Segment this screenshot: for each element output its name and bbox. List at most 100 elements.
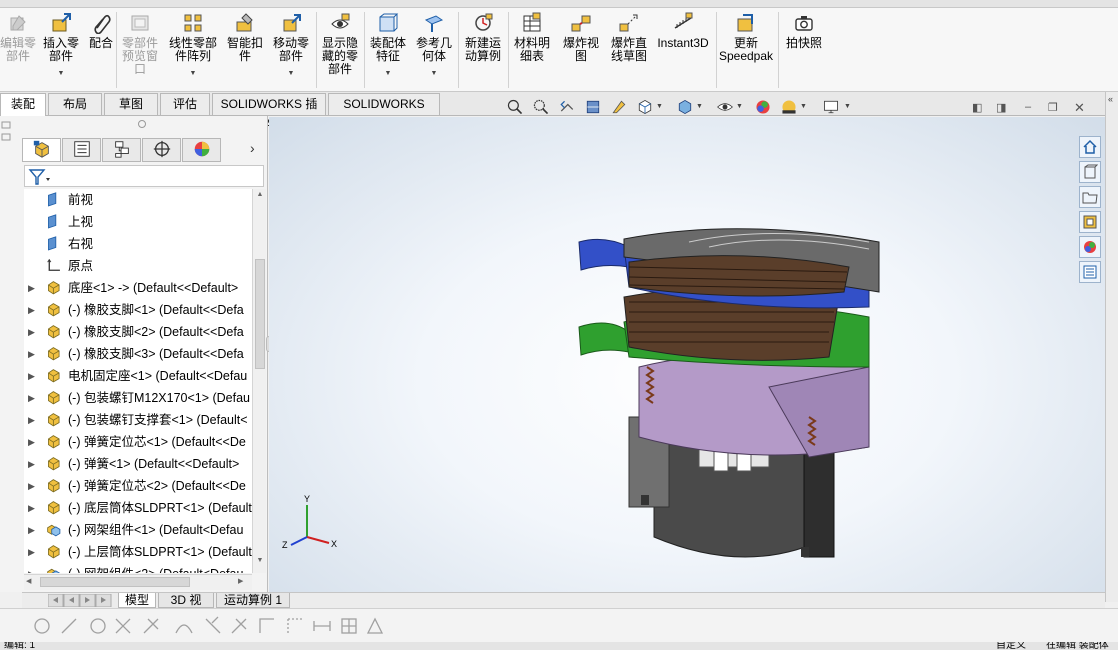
expand-arrow-icon[interactable]: ▶ <box>28 475 38 497</box>
expand-arrow-icon[interactable]: ▶ <box>28 497 38 519</box>
expand-arrow-icon[interactable]: ▶ <box>28 563 38 573</box>
expand-arrow-icon[interactable]: ▶ <box>28 541 38 563</box>
display-style-icon[interactable] <box>674 96 696 118</box>
tree-item[interactable]: ▶ 底座<1> -> (Default<<Default> <box>24 277 252 299</box>
tile-left-icon[interactable]: ◧ <box>972 101 982 114</box>
move-part-button[interactable]: 移动零 部件 ▼ <box>268 12 314 80</box>
chevron-down-icon[interactable]: ▼ <box>736 103 743 110</box>
dimxpert-tab[interactable] <box>142 138 181 162</box>
tree-item[interactable]: ▶ (-) 橡胶支脚<2> (Default<<Defa <box>24 321 252 343</box>
status-custom[interactable]: 自定义 <box>996 642 1026 650</box>
expand-arrow-icon[interactable]: ▶ <box>28 321 38 343</box>
bottom-tab-1[interactable]: 3D 视图 <box>158 593 214 621</box>
expand-arrow-icon[interactable]: ▶ <box>28 387 38 409</box>
new-motion-study-button[interactable]: 新建运 动算例 <box>462 12 504 63</box>
smart-fastener-button[interactable]: 智能扣 件 <box>224 12 266 63</box>
snapshot-button[interactable]: 拍快照 <box>782 12 826 50</box>
tab-nav-buttons[interactable] <box>47 593 112 608</box>
expand-arrow-icon[interactable]: ▶ <box>28 519 38 541</box>
hide-show-icon[interactable] <box>714 96 736 118</box>
panel-tabs-next-icon[interactable]: › <box>250 140 264 160</box>
reference-geometry-button[interactable]: 参考几 何体 ▼ <box>412 12 456 80</box>
expand-arrow-icon[interactable]: ▶ <box>28 431 38 453</box>
assembly-feature-button[interactable]: 装配体 特征 ▼ <box>368 12 408 80</box>
scroll-up-icon[interactable]: ▲ <box>255 191 265 203</box>
apply-scene-icon[interactable] <box>778 96 800 118</box>
tree-item[interactable]: 上视 <box>24 211 252 233</box>
tree-item[interactable]: ▶ (-) 弹簧<1> (Default<<Default> <box>24 453 252 475</box>
scroll-thumb[interactable] <box>255 259 265 369</box>
tab-4[interactable]: SOLIDWORKS 插件 <box>212 93 326 132</box>
tree-item[interactable]: ▶ (-) 网架组件<1> (Default<Defau <box>24 519 252 541</box>
chevron-down-icon[interactable]: ▼ <box>385 67 392 80</box>
previous-view-icon[interactable] <box>556 96 578 118</box>
tree-item[interactable]: ▶ (-) 包装螺钉M12X170<1> (Defau <box>24 387 252 409</box>
chevron-down-icon[interactable]: ▼ <box>431 67 438 80</box>
show-hidden-button[interactable]: 显示隐 藏的零 部件 <box>320 12 360 76</box>
expand-arrow-icon[interactable]: ▶ <box>28 343 38 365</box>
expand-arrow-icon[interactable]: ▶ <box>28 365 38 387</box>
panel-grip-icon[interactable] <box>0 120 18 148</box>
tab-5[interactable]: SOLIDWORKS MBD <box>328 93 440 132</box>
tree-item[interactable]: ▶ (-) 弹簧定位芯<2> (Default<<De <box>24 475 252 497</box>
tree-item[interactable]: ▶ (-) 底层筒体SLDPRT<1> (Default <box>24 497 252 519</box>
tile-right-icon[interactable]: ◨ <box>996 101 1006 114</box>
minimize-icon[interactable]: – <box>1025 101 1031 113</box>
appearances-icon[interactable] <box>1079 236 1101 258</box>
scroll-left-icon[interactable]: ◀ <box>26 577 36 588</box>
tree-item[interactable]: ▶ 电机固定座<1> (Default<<Defau <box>24 365 252 387</box>
explode-line-button[interactable]: 爆炸直 线草图 <box>608 12 650 63</box>
chevron-down-icon[interactable]: ▼ <box>844 103 851 110</box>
sketch-tools[interactable] <box>26 609 426 643</box>
featuremanager-tab[interactable] <box>22 138 61 162</box>
tree-item[interactable]: 右视 <box>24 233 252 255</box>
display-manager-tab[interactable] <box>182 138 221 162</box>
tree-item[interactable]: ▶ (-) 上层筒体SLDPRT<1> (Default <box>24 541 252 563</box>
propertymanager-tab[interactable] <box>62 138 101 162</box>
view-settings-icon[interactable] <box>820 96 842 118</box>
hscroll-thumb[interactable] <box>40 577 190 587</box>
tree-item[interactable]: ▶ (-) 橡胶支脚<1> (Default<<Defa <box>24 299 252 321</box>
tree-item[interactable]: ▶ (-) 橡胶支脚<3> (Default<<Defa <box>24 343 252 365</box>
insert-part-button[interactable]: 插入零 部件 ▼ <box>40 12 82 80</box>
expand-arrow-icon[interactable]: ▶ <box>28 277 38 299</box>
custom-properties-icon[interactable] <box>1079 261 1101 283</box>
tab-0[interactable]: 装配体 <box>0 93 46 132</box>
instant3d-button[interactable]: Instant3D <box>656 12 710 50</box>
chevron-down-icon[interactable]: ▼ <box>656 103 663 110</box>
expand-arrow-icon[interactable]: ▶ <box>28 299 38 321</box>
expand-arrow-icon[interactable]: ▶ <box>28 453 38 475</box>
speedpak-button[interactable]: 更新 Speedpak <box>718 12 774 63</box>
section-view-icon[interactable] <box>582 96 604 118</box>
restore-icon[interactable]: ❐ <box>1048 101 1058 114</box>
close-icon[interactable]: ✕ <box>1074 100 1085 116</box>
dynamic-annotation-icon[interactable] <box>608 96 630 118</box>
zoom-area-icon[interactable] <box>530 96 552 118</box>
bom-button[interactable]: 材料明 细表 <box>512 12 552 63</box>
zoom-fit-icon[interactable] <box>504 96 526 118</box>
scroll-right-icon[interactable]: ▶ <box>238 577 248 588</box>
tree-filter-box[interactable] <box>24 165 264 187</box>
tree-item[interactable]: 前视 <box>24 189 252 211</box>
design-library-icon[interactable] <box>1079 161 1101 183</box>
tree-vertical-scrollbar[interactable]: ▲ ▼ <box>252 189 266 573</box>
tree-item[interactable]: 原点 <box>24 255 252 277</box>
linear-pattern-button[interactable]: 线性零部 件阵列 ▼ <box>166 12 220 80</box>
tab-2[interactable]: 草图 <box>104 93 158 115</box>
graphics-viewport[interactable]: Y X Z <box>269 117 1105 592</box>
home-icon[interactable] <box>1079 136 1101 158</box>
tab-1[interactable]: 布局 <box>48 93 102 115</box>
mate-button[interactable]: 配合 <box>86 12 116 50</box>
edit-appearance-icon[interactable] <box>752 96 774 118</box>
bottom-tab-2[interactable]: 运动算例 1 <box>216 593 290 608</box>
view-palette-icon[interactable] <box>1079 211 1101 233</box>
panel-splitter-handle[interactable] <box>138 120 146 128</box>
task-pane-expand-icon[interactable]: « <box>1108 94 1113 104</box>
tree-horizontal-scrollbar[interactable]: ◀ ▶ <box>24 574 252 590</box>
expand-arrow-icon[interactable]: ▶ <box>28 409 38 431</box>
tree-item[interactable]: ▶ (-) 网架组件<2> (Default<Defau <box>24 563 252 573</box>
chevron-down-icon[interactable]: ▼ <box>696 103 703 110</box>
configurationmanager-tab[interactable] <box>102 138 141 162</box>
tree-item[interactable]: ▶ (-) 弹簧定位芯<1> (Default<<De <box>24 431 252 453</box>
folder-icon[interactable] <box>1079 186 1101 208</box>
